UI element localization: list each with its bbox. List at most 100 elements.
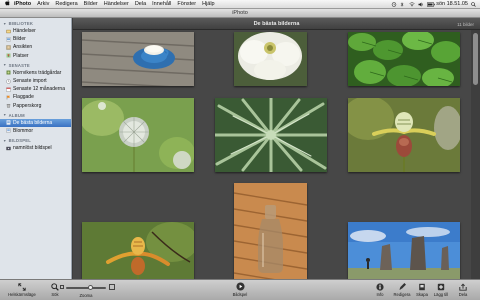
sidebar-item-places[interactable]: Platser <box>0 52 71 60</box>
sidebar-item-events[interactable]: Händelser <box>0 27 71 35</box>
share-button[interactable]: Dela <box>456 282 470 297</box>
menu-dela[interactable]: Dela <box>132 1 149 7</box>
places-icon <box>6 53 11 58</box>
photo-white-flower[interactable] <box>234 32 307 86</box>
play-icon <box>235 282 245 291</box>
create-button[interactable]: Skapa <box>414 282 430 297</box>
zoom-slider[interactable] <box>60 284 115 290</box>
sidebar-item-label: Bilder <box>13 36 26 43</box>
battery-icon[interactable] <box>427 2 435 7</box>
menu-arkiv[interactable]: Arkiv <box>34 1 52 7</box>
sidebar-item-label: Ansikten <box>13 44 33 51</box>
disclosure-triangle-icon[interactable]: ▼ <box>3 113 7 117</box>
photo-agave[interactable] <box>215 98 327 172</box>
menu-innehall[interactable]: Innehåll <box>149 1 174 7</box>
sidebar-section-slideshows[interactable]: ▼ BILDSPEL <box>0 135 71 144</box>
slideshow-label: Bildspel <box>232 292 248 297</box>
sidebar-item-label: Senaste 12 månaderna <box>13 86 65 93</box>
zoom-label: Zooma <box>79 293 93 298</box>
sidebar-item-trash[interactable]: Papperskorg <box>0 102 71 110</box>
info-icon <box>376 282 385 291</box>
share-icon <box>459 282 468 291</box>
menu-redigera[interactable]: Redigera <box>52 1 80 7</box>
sidebar-item-label: Senaste import <box>13 78 47 85</box>
sidebar-item-label: Händelser <box>13 28 36 35</box>
sidebar-item-photos[interactable]: Bilder <box>0 35 71 43</box>
spotlight-icon[interactable] <box>471 1 477 7</box>
bluetooth-icon[interactable] <box>400 1 406 7</box>
photo-count: 11 bilder <box>457 21 474 27</box>
zoom-track[interactable] <box>66 287 106 289</box>
sidebar-item-best-photos[interactable]: De bästa bilderna <box>0 118 71 127</box>
sidebar: ▼ BIBLIOTEK Händelser Bilder Ansikten Pla… <box>0 18 72 279</box>
menu-fonster[interactable]: Fönster <box>174 1 199 7</box>
info-button[interactable]: Info <box>373 282 387 297</box>
photo-standing-stones[interactable] <box>348 222 460 279</box>
menu-hjalp[interactable]: Hjälp <box>199 1 218 7</box>
menubar-clock[interactable]: sön 18.51.05 <box>436 1 468 7</box>
photo-wood-bottle[interactable] <box>234 183 307 279</box>
create-label: Skapa <box>416 292 428 297</box>
fullscreen-label: Helskärmsläge <box>8 292 36 297</box>
scrollbar-thumb[interactable] <box>473 33 478 85</box>
window-titlebar: iPhoto <box>0 9 480 18</box>
photo-thistle[interactable] <box>82 98 194 172</box>
add-to-button[interactable]: Lägg till <box>430 282 452 297</box>
trash-icon <box>6 103 11 108</box>
sidebar-item-flagged[interactable]: Flaggade <box>0 93 71 101</box>
zoom-knob[interactable] <box>88 285 94 290</box>
menu-handelser[interactable]: Händelser <box>101 1 132 7</box>
album-header: De bästa bilderna 11 bilder <box>73 18 480 30</box>
info-label: Info <box>376 292 384 297</box>
photos-icon <box>6 37 11 42</box>
add-to-label: Lägg till <box>433 292 449 297</box>
sidebar-item-norrvikens[interactable]: Norrvikens trädgårdar <box>0 69 71 77</box>
album-icon <box>6 120 11 125</box>
calendar-icon <box>6 87 11 92</box>
sidebar-item-faces[interactable]: Ansikten <box>0 43 71 51</box>
apple-menu-icon[interactable] <box>3 0 11 8</box>
photo-coffee-cup[interactable] <box>82 32 194 86</box>
sidebar-item-flowers[interactable]: Blommor <box>0 127 71 135</box>
search-label: Sök <box>51 292 59 297</box>
events-icon <box>6 29 11 34</box>
edit-button[interactable]: Redigera <box>390 282 414 297</box>
section-label: SENASTE <box>8 62 30 68</box>
fullscreen-icon <box>18 282 27 291</box>
volume-icon[interactable] <box>418 2 424 7</box>
sidebar-section-album[interactable]: ▼ ALBUM <box>0 110 71 119</box>
menu-iphoto[interactable]: iPhoto <box>11 1 34 7</box>
sidebar-item-label: De bästa bilderna <box>13 119 53 126</box>
sidebar-item-label: Blommor <box>13 127 34 134</box>
sidebar-item-latest-import[interactable]: Senaste import <box>0 77 71 85</box>
grid-scrollbar[interactable] <box>471 30 480 279</box>
zoom-large-icon <box>109 284 115 290</box>
sidebar-section-recent[interactable]: ▼ SENASTE <box>0 60 71 69</box>
sidebar-item-label: Papperskorg <box>13 102 42 109</box>
menu-bilder[interactable]: Bilder <box>81 1 101 7</box>
faces-icon <box>6 45 11 50</box>
sidebar-item-untitled-slideshow[interactable]: namnlöst bildspel <box>0 144 71 152</box>
photo-grid <box>73 30 471 279</box>
photo-orchid[interactable] <box>348 98 460 172</box>
section-label: BILDSPEL <box>8 138 31 144</box>
flag-icon <box>6 95 11 100</box>
fullscreen-button[interactable]: Helskärmsläge <box>2 282 42 297</box>
disclosure-triangle-icon[interactable]: ▼ <box>3 139 7 143</box>
event-thumbnail-icon <box>6 70 11 75</box>
photo-orchid-2[interactable] <box>82 222 194 279</box>
disclosure-triangle-icon[interactable]: ▼ <box>3 63 7 67</box>
slideshow-button[interactable]: Bildspel <box>228 282 252 297</box>
wifi-icon[interactable] <box>409 1 415 7</box>
sidebar-item-last-12-months[interactable]: Senaste 12 månaderna <box>0 85 71 93</box>
slideshow-icon <box>6 146 11 151</box>
pencil-icon <box>398 282 407 291</box>
edit-label: Redigera <box>393 292 411 297</box>
disclosure-triangle-icon[interactable]: ▼ <box>3 22 7 26</box>
sidebar-section-library[interactable]: ▼ BIBLIOTEK <box>0 18 71 27</box>
section-label: ALBUM <box>8 112 25 118</box>
photo-green-leaves[interactable] <box>348 32 460 86</box>
time-machine-icon[interactable] <box>391 1 397 7</box>
iphoto-window: iPhoto Arkiv Redigera Bilder Händelser D… <box>0 0 480 300</box>
sidebar-item-label: Norrvikens trädgårdar <box>13 69 62 76</box>
